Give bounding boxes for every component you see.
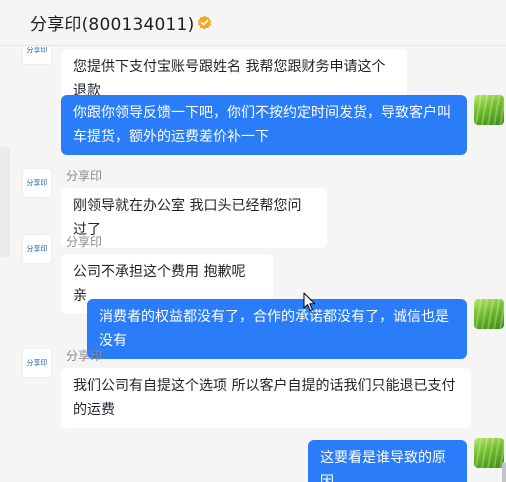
message-text: 公司不承担这个费用 抱歉呢 亲 (73, 264, 246, 304)
svg-text:分享印: 分享印 (27, 178, 48, 187)
scrollbar-thumb[interactable] (502, 462, 506, 482)
shop-logo-icon: 分享印 (24, 47, 50, 60)
message-text: 您提供下支付宝账号跟姓名 我帮您跟财务申请这个退款 (73, 59, 386, 99)
conversation-list-edge[interactable] (0, 47, 10, 482)
shop-logo-icon: 分享印 (24, 354, 50, 373)
shop-avatar[interactable]: 分享印 (22, 47, 52, 65)
verified-badge-icon (197, 15, 212, 30)
shop-avatar[interactable]: 分享印 (22, 168, 52, 198)
message-text: 刚领导就在办公室 我口头已经帮您问过了 (73, 198, 302, 238)
chat-title: 分享印(800134011) (30, 15, 195, 35)
shop-logo-icon: 分享印 (24, 174, 50, 193)
my-avatar[interactable] (474, 299, 504, 329)
shop-logo-icon: 分享印 (24, 240, 50, 259)
message-text: 你跟你领导反馈一下吧，你们不按约定时间发货，导致客户叫车提货，额外的运费差价补一… (73, 105, 451, 145)
chat-header: 分享印(800134011) (0, 0, 506, 46)
shop-avatar[interactable]: 分享印 (22, 234, 52, 264)
my-avatar[interactable] (474, 95, 504, 125)
shop-avatar[interactable]: 分享印 (22, 348, 52, 378)
sender-name: 分享印 (66, 349, 103, 363)
message-text: 我们公司有自提这个选项 所以客户自提的话我们只能退已支付的运费 (73, 378, 456, 418)
svg-text:分享印: 分享印 (27, 358, 48, 367)
svg-text:分享印: 分享印 (27, 47, 48, 54)
sender-name: 分享印 (66, 169, 103, 183)
message-text: 这要看是谁导致的原因 (320, 450, 446, 482)
svg-text:分享印: 分享印 (27, 244, 48, 253)
message-list[interactable]: 分享印 您提供下支付宝账号跟姓名 我帮您跟财务申请这个退款 你跟你领导反馈一下吧… (10, 47, 506, 482)
message-bubble[interactable]: 我们公司有自提这个选项 所以客户自提的话我们只能退已支付的运费 (61, 368, 471, 428)
message-bubble[interactable]: 消费者的权益都没有了，合作的承诺都没有了，诚信也是没有 (87, 299, 467, 359)
message-bubble[interactable]: 你跟你领导反馈一下吧，你们不按约定时间发货，导致客户叫车提货，额外的运费差价补一… (61, 95, 467, 155)
my-avatar[interactable] (474, 438, 504, 468)
message-text: 消费者的权益都没有了，合作的承诺都没有了，诚信也是没有 (99, 309, 449, 349)
sender-name: 分享印 (66, 235, 103, 249)
message-bubble[interactable]: 这要看是谁导致的原因 (308, 440, 467, 482)
mouse-cursor-icon (303, 292, 316, 316)
